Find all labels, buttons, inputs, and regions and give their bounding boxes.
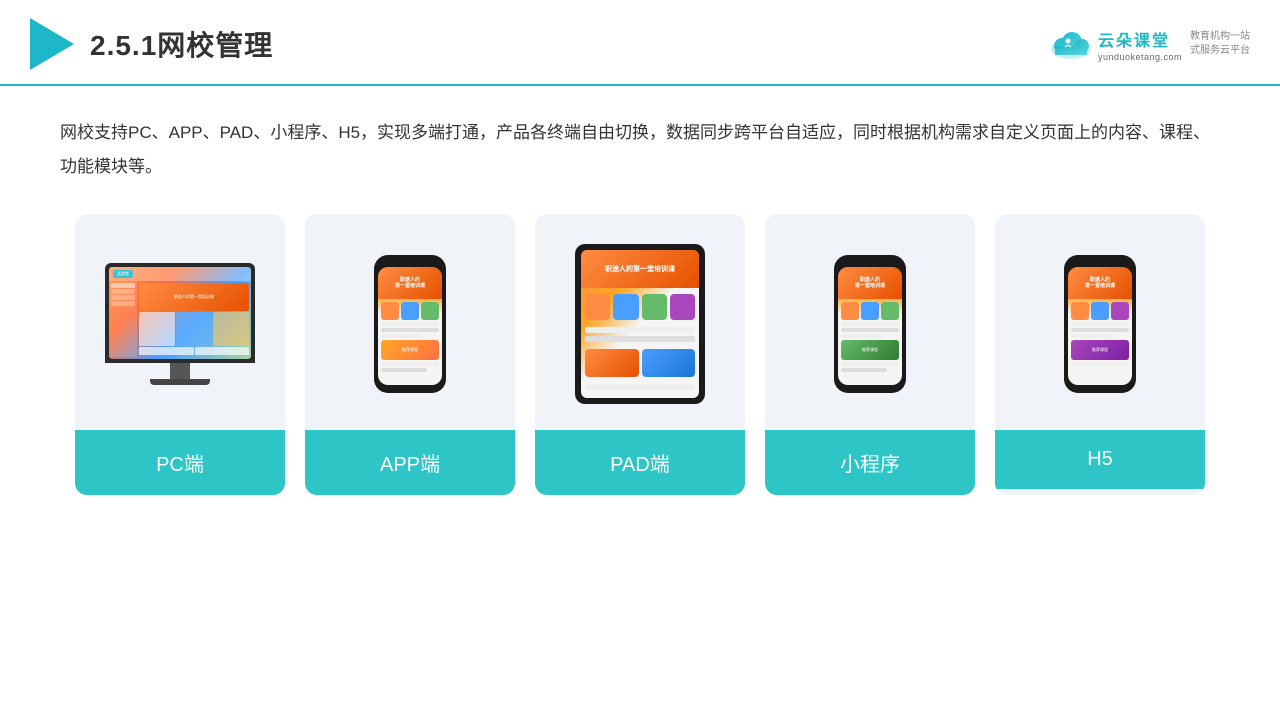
app-phone-mockup: 职途人的第一堂培训课 推荐课程 (374, 255, 446, 393)
brand-slogan: 教育机构一站 式服务云平台 (1190, 30, 1250, 58)
app-label: APP端 (305, 430, 515, 495)
h5-card: 职途人的第一堂培训课 推荐课程 (995, 214, 1205, 495)
miniapp-phone-notch (858, 261, 882, 266)
cards-section: 品课堂 职途人的第一堂培训课 (60, 214, 1220, 495)
monitor-stand (170, 363, 190, 379)
miniapp-image-area: 职途人的第一堂培训课 推荐课程 (765, 234, 975, 414)
app-phone-screen: 职途人的第一堂培训课 推荐课程 (378, 267, 442, 385)
h5-label: H5 (995, 430, 1205, 489)
h5-phone-notch (1088, 261, 1112, 266)
phone-notch (398, 261, 422, 266)
h5-phone-mockup: 职途人的第一堂培训课 推荐课程 (1064, 255, 1136, 393)
app-screen-body: 推荐课程 (378, 299, 442, 375)
pad-screen-header: 职途人的第一堂培训课 (581, 250, 699, 288)
pad-image-area: 职途人的第一堂培训课 (535, 234, 745, 414)
brand-logo: 云朵课堂 yunduoketang.com (1048, 27, 1182, 62)
h5-screen-header: 职途人的第一堂培训课 (1068, 267, 1132, 299)
description-text: 网校支持PC、APP、PAD、小程序、H5，实现多端打通，产品各终端自由切换，数… (60, 116, 1220, 184)
header: 2.5.1网校管理 (0, 0, 1280, 86)
pad-card: 职途人的第一堂培训课 (535, 214, 745, 495)
miniapp-label: 小程序 (765, 430, 975, 495)
app-screen-header: 职途人的第一堂培训课 (378, 267, 442, 299)
pad-screen: 职途人的第一堂培训课 (581, 250, 699, 398)
pad-mockup: 职途人的第一堂培训课 (575, 244, 705, 404)
monitor-screen: 品课堂 职途人的第一堂培训课 (109, 267, 251, 359)
header-left: 2.5.1网校管理 (30, 18, 273, 70)
h5-image-area: 职途人的第一堂培训课 推荐课程 (995, 234, 1205, 414)
monitor-base (150, 379, 210, 385)
pad-screen-body (581, 288, 699, 394)
app-image-area: 职途人的第一堂培训课 推荐课程 (305, 234, 515, 414)
brand-name: 云朵课堂 yunduoketang.com (1098, 27, 1182, 62)
header-right: 云朵课堂 yunduoketang.com 教育机构一站 式服务云平台 (1048, 27, 1250, 62)
h5-screen-body: 推荐课程 (1068, 299, 1132, 369)
miniapp-screen-header: 职途人的第一堂培训课 (838, 267, 902, 299)
cloud-icon (1048, 29, 1094, 59)
miniapp-phone-screen: 职途人的第一堂培训课 推荐课程 (838, 267, 902, 385)
monitor: 品课堂 职途人的第一堂培训课 (105, 263, 255, 363)
miniapp-phone-mockup: 职途人的第一堂培训课 推荐课程 (834, 255, 906, 393)
main-content: 网校支持PC、APP、PAD、小程序、H5，实现多端打通，产品各终端自由切换，数… (0, 86, 1280, 525)
h5-phone-screen: 职途人的第一堂培训课 推荐课程 (1068, 267, 1132, 385)
miniapp-screen-body: 推荐课程 (838, 299, 902, 375)
pc-label: PC端 (75, 430, 285, 495)
logo-triangle-icon (30, 18, 74, 70)
brand-logo-icon: 云朵课堂 yunduoketang.com (1048, 27, 1182, 62)
app-card: 职途人的第一堂培训课 推荐课程 (305, 214, 515, 495)
pc-image-area: 品课堂 职途人的第一堂培训课 (75, 234, 285, 414)
pad-label: PAD端 (535, 430, 745, 495)
pc-card: 品课堂 职途人的第一堂培训课 (75, 214, 285, 495)
pc-mockup: 品课堂 职途人的第一堂培训课 (105, 263, 255, 385)
miniapp-card: 职途人的第一堂培训课 推荐课程 (765, 214, 975, 495)
page-title: 2.5.1网校管理 (90, 24, 273, 64)
